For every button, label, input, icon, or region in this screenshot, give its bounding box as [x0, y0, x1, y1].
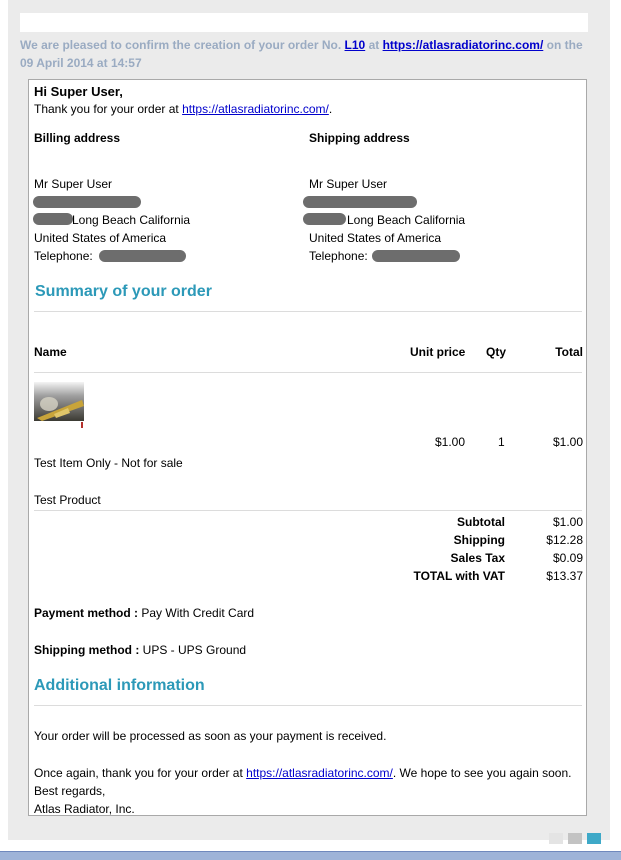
total-vat-label: TOTAL with VAT: [413, 569, 505, 583]
confirm-prefix: We are pleased to confirm the creation o…: [20, 38, 342, 52]
shipping-zip-redaction: [303, 213, 346, 225]
thanks-line: Thank you for your order at https://atla…: [34, 102, 332, 116]
email-top-bar: [20, 13, 588, 32]
thanks-prefix: Thank you for your order at: [34, 102, 179, 116]
thanks-suffix: .: [328, 102, 333, 116]
item-qty: 1: [498, 435, 505, 449]
totals-divider: [34, 510, 582, 511]
thanks-again-line: Once again, thank you for your order at …: [34, 766, 571, 780]
thanks-site-link[interactable]: https://atlasradiatorinc.com/: [182, 102, 329, 116]
company-signature: Atlas Radiator, Inc.: [34, 802, 135, 816]
shipping-method-label: Shipping method :: [34, 643, 140, 657]
subtotal-value: $1.00: [552, 515, 583, 529]
billing-title: Billing address: [34, 131, 121, 145]
product-image-icon: [34, 382, 84, 430]
shipping-title: Shipping address: [309, 131, 410, 145]
summary-heading: Summary of your order: [35, 283, 212, 300]
shipping-street-redaction: [303, 196, 417, 208]
billing-telephone-label: Telephone:: [34, 249, 93, 263]
order-date: 09 April 2014 at 14:57: [20, 56, 142, 70]
billing-country: United States of America: [34, 231, 167, 245]
processing-note: Your order will be processed as soon as …: [34, 729, 387, 743]
shipping-country: United States of America: [309, 231, 442, 245]
shipping-label: Shipping: [453, 533, 505, 547]
shipping-city: Long Beach California: [347, 213, 466, 227]
additional-heading: Additional information: [34, 677, 205, 694]
payment-method-label: Payment method :: [34, 606, 139, 620]
shipping-value: $12.28: [546, 533, 583, 547]
total-vat-value: $13.37: [546, 569, 583, 583]
sales-tax-value: $0.09: [552, 551, 583, 565]
thanks-again-site-link[interactable]: https://atlasradiatorinc.com/: [246, 766, 393, 780]
item-unit-price: $1.00: [434, 435, 465, 449]
shipping-name: Mr Super User: [309, 177, 388, 191]
corner-square-light: [549, 833, 563, 844]
corner-square-grey: [568, 833, 582, 844]
order-card: Hi Super User, Thank you for your order …: [28, 79, 587, 816]
billing-zip-redaction: [33, 213, 73, 225]
billing-city: Long Beach California: [72, 213, 191, 227]
shipping-method-value: UPS - UPS Ground: [142, 643, 247, 657]
billing-phone-redaction: [99, 250, 186, 262]
item-total: $1.00: [552, 435, 583, 449]
item-description: Test Item Only - Not for sale: [34, 456, 183, 470]
item-product-name: Test Product: [34, 493, 101, 507]
corner-square-accent: [587, 833, 601, 844]
shipping-method-row: Shipping method : UPS - UPS Ground: [34, 643, 246, 657]
sales-tax-label: Sales Tax: [450, 551, 505, 565]
site-link[interactable]: https://atlasradiatorinc.com/: [383, 38, 544, 52]
additional-divider: [34, 705, 582, 706]
product-thumbnail[interactable]: [34, 382, 84, 430]
billing-street-redaction: [33, 196, 141, 208]
billing-name: Mr Super User: [34, 177, 113, 191]
order-number-link[interactable]: L10: [345, 38, 366, 52]
best-regards: Best regards,: [34, 784, 106, 798]
column-unit-price: Unit price: [410, 345, 466, 359]
greeting-heading: Hi Super User,: [34, 84, 123, 99]
payment-method-value: Pay With Credit Card: [141, 606, 255, 620]
column-name: Name: [34, 345, 67, 359]
summary-divider: [34, 311, 582, 312]
column-total: Total: [555, 345, 583, 359]
payment-method-row: Payment method : Pay With Credit Card: [34, 606, 254, 620]
subtotal-label: Subtotal: [457, 515, 505, 529]
column-qty: Qty: [486, 345, 507, 359]
shipping-phone-redaction: [372, 250, 460, 262]
thanks-again-suffix: . We hope to see you again soon.: [392, 766, 572, 780]
confirmation-message: We are pleased to confirm the creation o…: [20, 36, 592, 72]
thanks-again-prefix: Once again, thank you for your order at: [34, 766, 243, 780]
header-divider: [34, 372, 582, 373]
confirm-at: at: [368, 38, 380, 52]
shipping-telephone-label: Telephone:: [309, 249, 368, 263]
confirm-on-the: on the: [546, 38, 583, 52]
